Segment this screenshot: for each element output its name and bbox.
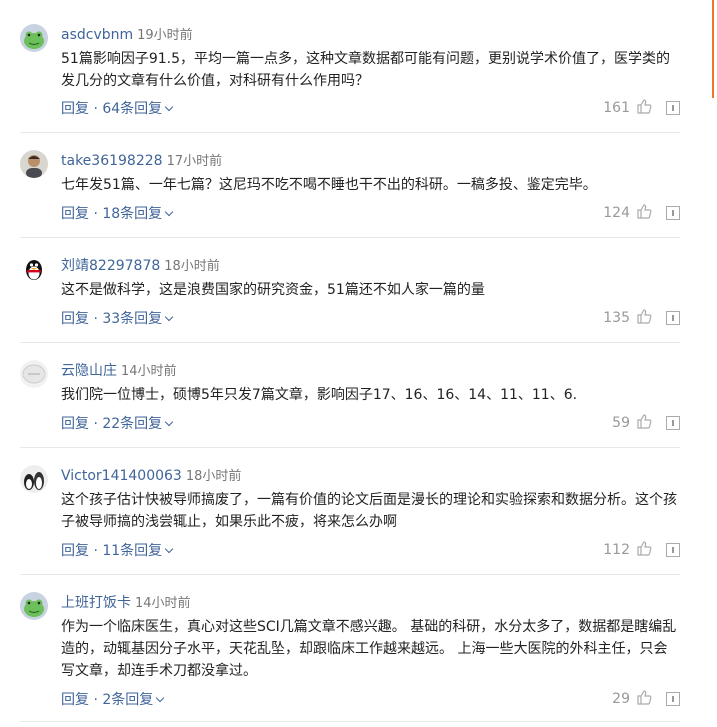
person-avatar[interactable] [20, 150, 48, 178]
like-count: 59 [612, 415, 630, 431]
comment-time: 14小时前 [121, 364, 177, 379]
reply-count[interactable]: 2条回复 [102, 692, 153, 708]
comment-username[interactable]: 上班打饭卡 14小时前 [61, 592, 191, 612]
like-count: 161 [603, 100, 630, 116]
thumbs-up-icon[interactable] [636, 98, 652, 118]
reply-link[interactable]: 回复 · 22条回复 [61, 413, 174, 433]
report-icon[interactable] [666, 101, 680, 115]
comment-text: 这不是做科学，这是浪费国家的研究资金，51篇还不如人家一篇的量 [61, 282, 485, 298]
comment-text: 作为一个临床医生，真心对这些SCI几篇文章不感兴趣。 基础的科研，水分太多了，数… [61, 619, 677, 679]
reply-count[interactable]: 11条回复 [102, 543, 162, 559]
like-count: 135 [603, 310, 630, 326]
reply-link[interactable]: 回复 · 64条回复 [61, 98, 174, 118]
thumbs-up-icon[interactable] [636, 308, 652, 328]
comment-actions: 135 [603, 308, 680, 328]
report-icon[interactable] [666, 311, 680, 325]
comment-username[interactable]: 刘靖82297878 18小时前 [61, 255, 220, 275]
thumbs-up-icon[interactable] [636, 413, 652, 433]
frog-avatar[interactable] [20, 24, 48, 52]
thumbs-up-icon[interactable] [636, 540, 652, 560]
reply-link[interactable]: 回复 · 2条回复 [61, 689, 165, 709]
comment-list: asdcvbnm 19小时前 51篇影响因子91.5，平均一篇一点多，这种文章数据… [20, 0, 680, 722]
comment-item: take36198228 17小时前 七年发51篇、一年七篇？这尼玛不吃不喝不睡也… [20, 133, 680, 238]
like-count: 29 [612, 691, 630, 707]
reply-link[interactable]: 回复 · 11条回复 [61, 540, 174, 560]
comment-actions: 124 [603, 203, 680, 223]
thumbs-up-icon[interactable] [636, 689, 652, 709]
penguin-avatar[interactable] [20, 255, 48, 283]
comment-actions: 29 [612, 689, 680, 709]
comment-item: 上班打饭卡 14小时前 作为一个临床医生，真心对这些SCI几篇文章不感兴趣。 基础… [20, 575, 680, 722]
comment-actions: 112 [603, 540, 680, 560]
reply-link[interactable]: 回复 · 33条回复 [61, 308, 174, 328]
report-icon[interactable] [666, 416, 680, 430]
comment-username[interactable]: take36198228 17小时前 [61, 150, 222, 169]
frog-avatar[interactable] [20, 592, 48, 620]
report-icon[interactable] [666, 543, 680, 557]
comment-time: 18小时前 [185, 469, 242, 484]
reply-count[interactable]: 64条回复 [102, 101, 162, 117]
comment-text: 51篇影响因子91.5，平均一篇一点多，这种文章数据都可能有问题，更别说学术价值… [61, 51, 670, 89]
chevron-down-icon [164, 544, 174, 554]
chevron-down-icon [164, 417, 174, 427]
comment-time: 14小时前 [135, 596, 191, 611]
reply-count[interactable]: 22条回复 [102, 416, 162, 432]
chevron-down-icon [164, 312, 174, 322]
page-edge-accent [712, 0, 714, 98]
comment-text: 我们院一位博士，硕博5年只发7篇文章，影响因子17、16、16、14、11、11… [61, 387, 578, 403]
reply-count[interactable]: 33条回复 [102, 311, 162, 327]
comment-time: 19小时前 [137, 28, 193, 43]
comment-username[interactable]: 云隐山庄 14小时前 [61, 360, 177, 380]
comments-page: asdcvbnm 19小时前 51篇影响因子91.5，平均一篇一点多，这种文章数据… [0, 0, 717, 727]
comment-username[interactable]: Victor141400063 18小时前 [61, 465, 241, 484]
comment-actions: 161 [603, 98, 680, 118]
chevron-down-icon [164, 207, 174, 217]
thumbs-up-icon[interactable] [636, 203, 652, 223]
report-icon[interactable] [666, 206, 680, 220]
comment-text: 这个孩子估计快被导师搞废了，一篇有价值的论文后面是漫长的理论和实验探索和数据分析… [61, 492, 677, 530]
comment-item: Victor141400063 18小时前 这个孩子估计快被导师搞废了，一篇有价值… [20, 448, 680, 575]
router-avatar[interactable] [20, 360, 48, 388]
reply-count[interactable]: 18条回复 [102, 206, 162, 222]
chevron-down-icon [156, 693, 165, 703]
comment-time: 17小时前 [166, 154, 223, 169]
comment-item: 云隐山庄 14小时前 我们院一位博士，硕博5年只发7篇文章，影响因子17、16、1… [20, 343, 680, 448]
comment-item: asdcvbnm 19小时前 51篇影响因子91.5，平均一篇一点多，这种文章数据… [20, 0, 680, 133]
like-count: 124 [603, 205, 630, 221]
comment-text: 七年发51篇、一年七篇？这尼玛不吃不喝不睡也干不出的科研。一稿多投、鉴定完毕。 [61, 177, 597, 193]
comment-username[interactable]: asdcvbnm 19小时前 [61, 24, 193, 43]
reply-link[interactable]: 回复 · 18条回复 [61, 203, 174, 223]
chevron-down-icon [164, 102, 174, 112]
comment-item: 刘靖82297878 18小时前 这不是做科学，这是浪费国家的研究资金，51篇还不… [20, 238, 680, 343]
like-count: 112 [603, 542, 630, 558]
comment-actions: 59 [612, 413, 680, 433]
report-icon[interactable] [666, 692, 680, 706]
penguins-avatar[interactable] [20, 465, 48, 493]
comment-time: 18小时前 [164, 259, 220, 274]
